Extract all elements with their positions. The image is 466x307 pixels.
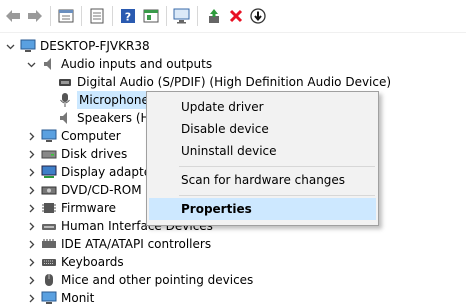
tree-category-audio[interactable]: Audio inputs and outputs bbox=[25, 55, 212, 73]
tree-category-label: Disk drives bbox=[61, 147, 128, 161]
tree-device-label: Speakers (H bbox=[77, 111, 150, 125]
expand-chevron-icon[interactable] bbox=[25, 274, 37, 286]
expand-chevron-icon[interactable] bbox=[25, 148, 37, 160]
monitor-icon bbox=[41, 128, 57, 144]
tree-category-ide[interactable]: IDE ATA/ATAPI controllers bbox=[25, 235, 211, 253]
tree-category-label: IDE ATA/ATAPI controllers bbox=[61, 237, 212, 251]
tree-category-disk-drives[interactable]: Disk drives bbox=[25, 145, 127, 163]
tree-category-label: Keyboards bbox=[61, 255, 124, 269]
expand-chevron-icon[interactable] bbox=[25, 292, 37, 304]
expand-chevron-icon[interactable] bbox=[25, 130, 37, 142]
tree-category-computer[interactable]: Computer bbox=[25, 127, 121, 145]
expand-chevron-icon[interactable] bbox=[25, 202, 37, 214]
monitor-scan-icon[interactable] bbox=[173, 7, 191, 25]
tree-category-label: Audio inputs and outputs bbox=[61, 57, 213, 71]
context-menu: Update driver Disable device Uninstall d… bbox=[146, 91, 379, 226]
toolbar: ? bbox=[0, 0, 466, 33]
toolbar-separator bbox=[166, 6, 167, 26]
disable-down-arrow-icon[interactable] bbox=[249, 7, 267, 25]
update-driver-icon[interactable] bbox=[205, 7, 223, 25]
update-driver-pane-icon[interactable] bbox=[88, 7, 106, 25]
properties-window-icon[interactable] bbox=[57, 7, 75, 25]
toolbar-separator bbox=[50, 6, 51, 26]
toolbar-separator bbox=[112, 6, 113, 26]
keyboard-icon bbox=[41, 254, 57, 270]
tree-category-firmware[interactable]: Firmware bbox=[25, 199, 116, 217]
display-adapter-icon bbox=[41, 164, 57, 180]
collapse-chevron-icon[interactable] bbox=[25, 58, 37, 70]
tree-device-speakers[interactable]: Speakers (H bbox=[57, 109, 150, 127]
dvd-drive-icon bbox=[41, 182, 57, 198]
expand-chevron-icon[interactable] bbox=[25, 166, 37, 178]
tree-root-label: DESKTOP-FJVKR38 bbox=[40, 39, 150, 53]
tree-category-label: Display adapter bbox=[61, 165, 157, 179]
forward-arrow-icon[interactable] bbox=[26, 7, 44, 25]
menu-update-driver[interactable]: Update driver bbox=[149, 96, 376, 118]
speaker-icon bbox=[57, 110, 73, 126]
tree-device-digital-audio[interactable]: Digital Audio (S/PDIF) (High Definition … bbox=[57, 73, 391, 91]
show-hidden-icon[interactable] bbox=[142, 7, 160, 25]
help-icon[interactable]: ? bbox=[119, 7, 137, 25]
mouse-icon bbox=[41, 272, 57, 288]
tree-category-mice[interactable]: Mice and other pointing devices bbox=[25, 271, 253, 289]
tree-device-label: Microphone bbox=[77, 91, 151, 109]
expand-chevron-icon[interactable] bbox=[25, 238, 37, 250]
tree-device-microphone[interactable]: Microphone bbox=[57, 91, 151, 109]
tree-category-label: DVD/CD-ROM d bbox=[61, 183, 154, 197]
tree-category-display-adapters[interactable]: Display adapter bbox=[25, 163, 156, 181]
menu-uninstall-device[interactable]: Uninstall device bbox=[149, 140, 376, 162]
tree-category-label: Mice and other pointing devices bbox=[61, 273, 254, 287]
tree-category-label: Computer bbox=[61, 129, 121, 143]
speaker-icon bbox=[41, 56, 57, 72]
computer-icon bbox=[20, 38, 36, 54]
audio-jack-icon bbox=[57, 74, 73, 90]
monitor-icon bbox=[41, 290, 57, 306]
expand-chevron-icon[interactable] bbox=[25, 256, 37, 268]
uninstall-x-icon[interactable] bbox=[227, 7, 245, 25]
expand-chevron-icon[interactable] bbox=[25, 220, 37, 232]
disk-drive-icon bbox=[41, 146, 57, 162]
toolbar-separator bbox=[81, 6, 82, 26]
expand-chevron-icon[interactable] bbox=[25, 184, 37, 196]
tree-root[interactable]: DESKTOP-FJVKR38 bbox=[4, 37, 150, 55]
tree-category-dvd[interactable]: DVD/CD-ROM d bbox=[25, 181, 153, 199]
toolbar-separator bbox=[197, 6, 198, 26]
menu-disable-device[interactable]: Disable device bbox=[149, 118, 376, 140]
microphone-icon bbox=[57, 92, 73, 108]
tree-category-keyboards[interactable]: Keyboards bbox=[25, 253, 124, 271]
svg-text:?: ? bbox=[125, 11, 131, 24]
tree-device-label: Digital Audio (S/PDIF) (High Definition … bbox=[77, 75, 392, 89]
hid-icon bbox=[41, 218, 57, 234]
tree-category-label: Firmware bbox=[61, 201, 116, 215]
tree-category-label: Monit bbox=[61, 291, 95, 305]
menu-separator bbox=[179, 195, 375, 196]
menu-properties[interactable]: Properties bbox=[149, 198, 376, 220]
collapse-chevron-icon[interactable] bbox=[4, 40, 16, 52]
tree-category-monitors[interactable]: Monit bbox=[25, 289, 94, 307]
menu-scan-hardware[interactable]: Scan for hardware changes bbox=[149, 169, 376, 191]
firmware-chip-icon bbox=[41, 200, 57, 216]
ide-controller-icon bbox=[41, 236, 57, 252]
menu-separator bbox=[179, 166, 375, 167]
back-arrow-icon[interactable] bbox=[4, 7, 22, 25]
